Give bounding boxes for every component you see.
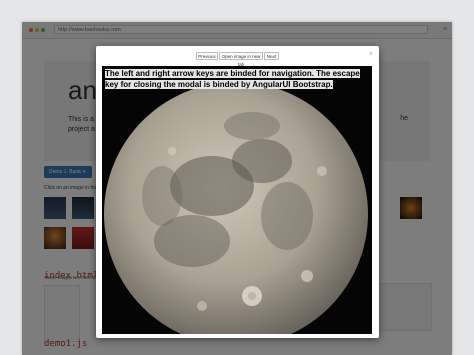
image-caption: The left and right arrow keys are binded… [105, 68, 367, 90]
next-button[interactable]: Next [264, 52, 279, 60]
previous-button[interactable]: Previous [196, 52, 218, 60]
open-new-tab-button[interactable]: Open image in new tab [219, 52, 263, 67]
close-icon[interactable]: × [369, 51, 373, 59]
lightbox-modal: Previous Open image in new tab Next × Th… [96, 46, 379, 338]
caption-text: The left and right arrow keys are binded… [105, 69, 360, 89]
lightbox-image: The left and right arrow keys are binded… [102, 66, 372, 334]
moon-image [104, 82, 368, 334]
